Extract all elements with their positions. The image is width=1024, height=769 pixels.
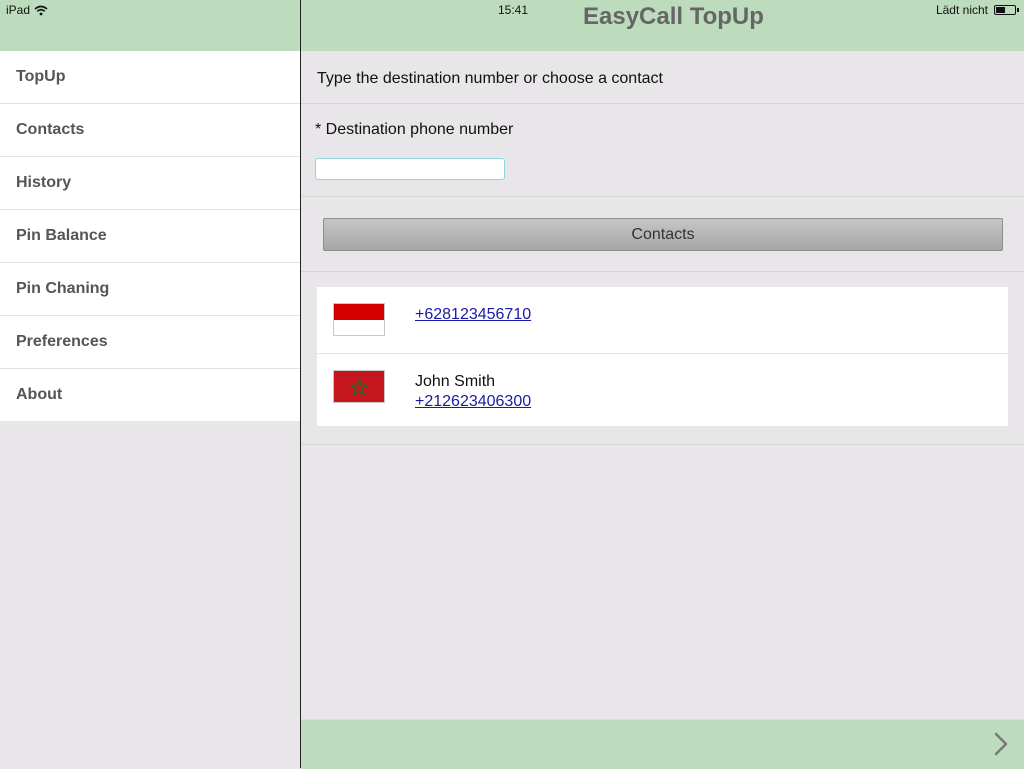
morocco-flag-icon [333, 370, 385, 403]
sidebar-item-label: Contacts [16, 121, 85, 138]
sidebar-item-history[interactable]: History [0, 156, 300, 209]
battery-status-text: Lädt nicht [935, 3, 988, 17]
sidebar-item-label: About [16, 386, 63, 403]
chevron-right-icon[interactable] [994, 732, 1008, 756]
wifi-icon [34, 5, 48, 15]
sidebar-item-label: History [16, 174, 72, 191]
indonesia-flag-icon [333, 303, 385, 336]
contact-name: John Smith [415, 373, 496, 390]
list-item[interactable]: John Smith +212623406300 [317, 354, 1008, 426]
sidebar-item-pin-balance[interactable]: Pin Balance [0, 209, 300, 262]
sidebar-item-about[interactable]: About [0, 368, 300, 421]
phone-label: * Destination phone number [315, 121, 514, 138]
footer-bar [301, 719, 1024, 769]
sidebar-item-label: TopUp [16, 68, 66, 85]
destination-phone-input[interactable] [315, 158, 505, 180]
phone-section: * Destination phone number [301, 104, 1024, 197]
sidebar-item-pin-changing[interactable]: Pin Chaning [0, 262, 300, 315]
sidebar-item-label: Pin Chaning [16, 280, 110, 297]
battery-icon [994, 5, 1019, 15]
contacts-button[interactable]: Contacts [323, 218, 1003, 251]
intro-text: Type the destination number or choose a … [317, 70, 663, 87]
sidebar-menu: TopUp Contacts History Pin Balance Pin C… [0, 51, 300, 421]
sidebar: TopUp Contacts History Pin Balance Pin C… [0, 0, 301, 768]
intro-section: Type the destination number or choose a … [301, 51, 1024, 104]
phone-number-link[interactable]: +628123456710 [415, 306, 531, 324]
recent-numbers-list: +628123456710 John Smith +212623406300 [317, 287, 1008, 426]
main-panel: EasyCall TopUp Type the destination numb… [301, 0, 1024, 768]
status-bar: iPad 15:41 Lädt nicht [0, 0, 1024, 22]
sidebar-item-label: Preferences [16, 333, 108, 350]
sidebar-item-contacts[interactable]: Contacts [0, 103, 300, 156]
device-label: iPad [6, 3, 31, 17]
sidebar-item-topup[interactable]: TopUp [0, 51, 300, 103]
list-item[interactable]: +628123456710 [317, 287, 1008, 354]
clock: 15:41 [498, 3, 529, 17]
sidebar-item-label: Pin Balance [16, 227, 107, 244]
phone-number-link[interactable]: +212623406300 [415, 393, 531, 411]
divider [301, 444, 1024, 445]
sidebar-item-preferences[interactable]: Preferences [0, 315, 300, 368]
contacts-button-section: Contacts [301, 197, 1024, 272]
